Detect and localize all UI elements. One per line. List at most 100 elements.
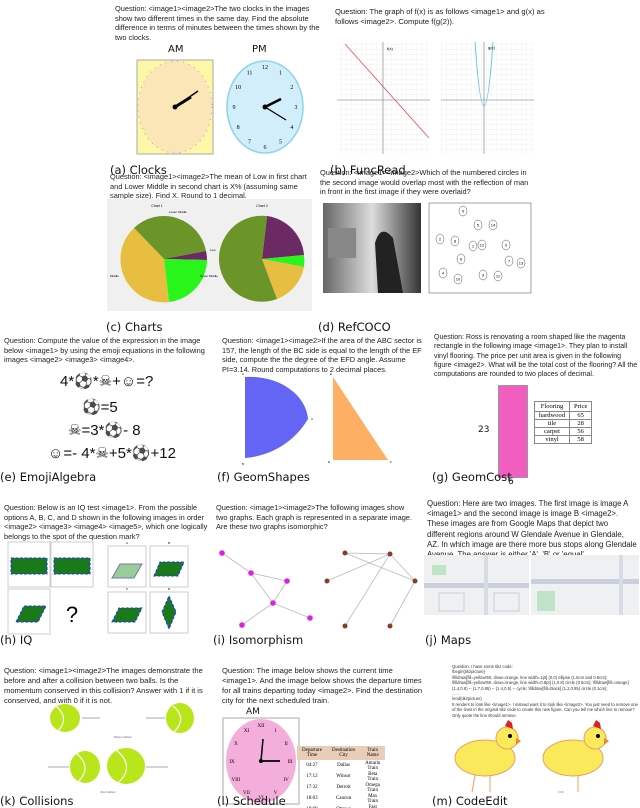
table-cell: 56 xyxy=(568,427,593,436)
svg-text:A: A xyxy=(126,541,128,545)
table-cell: 18:09 xyxy=(297,804,327,808)
clock-numeral: II xyxy=(284,742,288,747)
column-header: Destination City xyxy=(327,746,361,760)
clock-numeral: IX xyxy=(229,760,235,765)
caption: (i) Isomorphism xyxy=(213,633,304,647)
svg-text:Chart 1: Chart 1 xyxy=(151,204,163,208)
g-label: g(x) xyxy=(488,45,496,50)
clock-numeral: IV xyxy=(283,778,289,783)
question-text: Question: <image1><image2>The following … xyxy=(216,503,412,532)
clock-numeral: 9 xyxy=(233,105,236,111)
caption: (c) Charts xyxy=(106,320,163,334)
clock-numeral: 4 xyxy=(290,125,293,131)
svg-text:Lower Middle: Lower Middle xyxy=(169,210,187,214)
table-row: 17:32 Detroit Omega Train xyxy=(297,782,385,793)
clock-numeral: 10 xyxy=(235,85,241,91)
am-label: AM xyxy=(246,707,260,717)
table-cell: Winsor xyxy=(336,774,351,779)
table-cell: Ottawa xyxy=(327,804,360,808)
clock-numeral: XII xyxy=(258,724,265,729)
collision-images: Before Collision After Collision xyxy=(48,703,194,794)
table-cell: 17:12 xyxy=(306,774,318,779)
circle-number: 10 xyxy=(456,277,461,282)
svg-text:Middle: Middle xyxy=(110,274,119,278)
caption: (l) Schedule xyxy=(217,794,286,808)
svg-text:E: E xyxy=(330,372,332,376)
refcoco-images: 95 142 81 12 06 7 134103 11 xyxy=(323,202,532,294)
question-text: Question: <image1><image2>The images dem… xyxy=(4,666,203,705)
figure: Question: <image1><image2>The two clocks… xyxy=(0,0,640,808)
iq-images: ? A B C D xyxy=(7,541,189,635)
clock-numeral: 11 xyxy=(247,70,253,76)
column-header: Price xyxy=(568,401,593,412)
question-text: Question: <image1><image2>Which of the n… xyxy=(320,168,529,197)
f-label: f(x) xyxy=(387,46,393,51)
clock-numeral: 8 xyxy=(237,125,240,131)
table-row: hardwood 65 xyxy=(534,411,593,420)
clock-numeral: 7 xyxy=(248,140,251,146)
svg-text:D: D xyxy=(328,460,331,464)
table-cell: Cancun xyxy=(335,796,352,801)
table-cell: Omega Train xyxy=(365,782,380,793)
column-header: Departure Time xyxy=(297,746,327,760)
map-images xyxy=(424,555,639,615)
table-cell: carpet xyxy=(534,427,570,436)
geometry-shapes: C A B E D F xyxy=(242,372,392,466)
caption: (m) CodeEdit xyxy=(432,794,508,808)
price-table: Flooring Price hardwood 65 tile 28 carpet 56 vin… xyxy=(534,401,593,444)
table-row: tile 28 xyxy=(534,419,593,428)
code-text: Question: I have some tikz code: \begin{… xyxy=(452,664,638,718)
column-header: Train Name xyxy=(360,746,386,760)
question-text: Question: <image1><image2>The mean of Lo… xyxy=(110,172,307,201)
table-cell: 28 xyxy=(568,419,593,428)
question-text: Question: The image below shows the curr… xyxy=(222,666,423,705)
table-cell: hardwood xyxy=(534,411,570,420)
question-text: Question: Here are two images. The first… xyxy=(427,499,637,560)
clock-numeral: 2 xyxy=(290,85,293,91)
height-label: 23 xyxy=(478,425,490,435)
clock-numeral: X xyxy=(234,742,238,747)
equation: ☺=- 4*☠+5*⚽+12 xyxy=(48,445,176,462)
table-cell: 04:27 xyxy=(306,763,318,768)
clock-numeral: 6 xyxy=(264,145,267,151)
chick-images xyxy=(454,720,609,793)
table-cell: Detroit xyxy=(336,785,351,790)
am-label: AM xyxy=(168,44,184,55)
table-cell: 65 xyxy=(568,411,593,420)
caption: (k) Collisions xyxy=(0,794,74,808)
clock-numeral: 1 xyxy=(279,70,282,76)
table-row: 17:12 Winsor Beta Train xyxy=(297,771,385,782)
clock-numeral: III xyxy=(288,760,293,765)
table-row: 04:27 Dallas Amarin Train xyxy=(297,760,385,771)
magenta-rectangle xyxy=(498,385,528,478)
table-row: 18:03 Cancun Max Train xyxy=(297,793,385,804)
table-cell: Amarin Train xyxy=(365,760,381,771)
table-row: vinyl 58 xyxy=(534,435,593,444)
graph-images xyxy=(219,550,418,629)
table-cell: Beta Train xyxy=(367,771,379,782)
svg-text:After Collision: After Collision xyxy=(100,791,116,794)
svg-text:D: D xyxy=(168,587,171,591)
svg-text:B: B xyxy=(242,462,244,466)
caption: (f) GeomShapes xyxy=(217,470,310,484)
equation: ⚽=5 xyxy=(82,399,118,416)
svg-text:Before Collision: Before Collision xyxy=(114,736,132,739)
question-text: Question: <image1><image2>The two clocks… xyxy=(115,4,320,42)
clock-numeral: XI xyxy=(244,729,250,734)
equation: 4*⚽*☠+☺=? xyxy=(60,373,154,390)
question-text: Question: Ross is renovating a room shap… xyxy=(434,334,638,379)
svg-text:B: B xyxy=(168,541,170,545)
caption: (g) GeomCost xyxy=(432,470,512,484)
circle-number: 12 xyxy=(480,243,485,248)
question-text: Question: Compute the value of the expre… xyxy=(4,336,205,365)
caption: (j) Maps xyxy=(425,633,472,647)
pm-label: PM xyxy=(252,44,267,55)
clock-numeral: VIII xyxy=(232,778,241,783)
column-header: Flooring xyxy=(534,401,570,412)
question-mark: ? xyxy=(66,602,78,627)
circle-number: 13 xyxy=(519,261,524,266)
triangle-def xyxy=(333,377,388,460)
table-cell: tile xyxy=(534,419,570,428)
svg-text:C: C xyxy=(126,587,129,591)
table-cell: Max Train xyxy=(367,793,379,804)
